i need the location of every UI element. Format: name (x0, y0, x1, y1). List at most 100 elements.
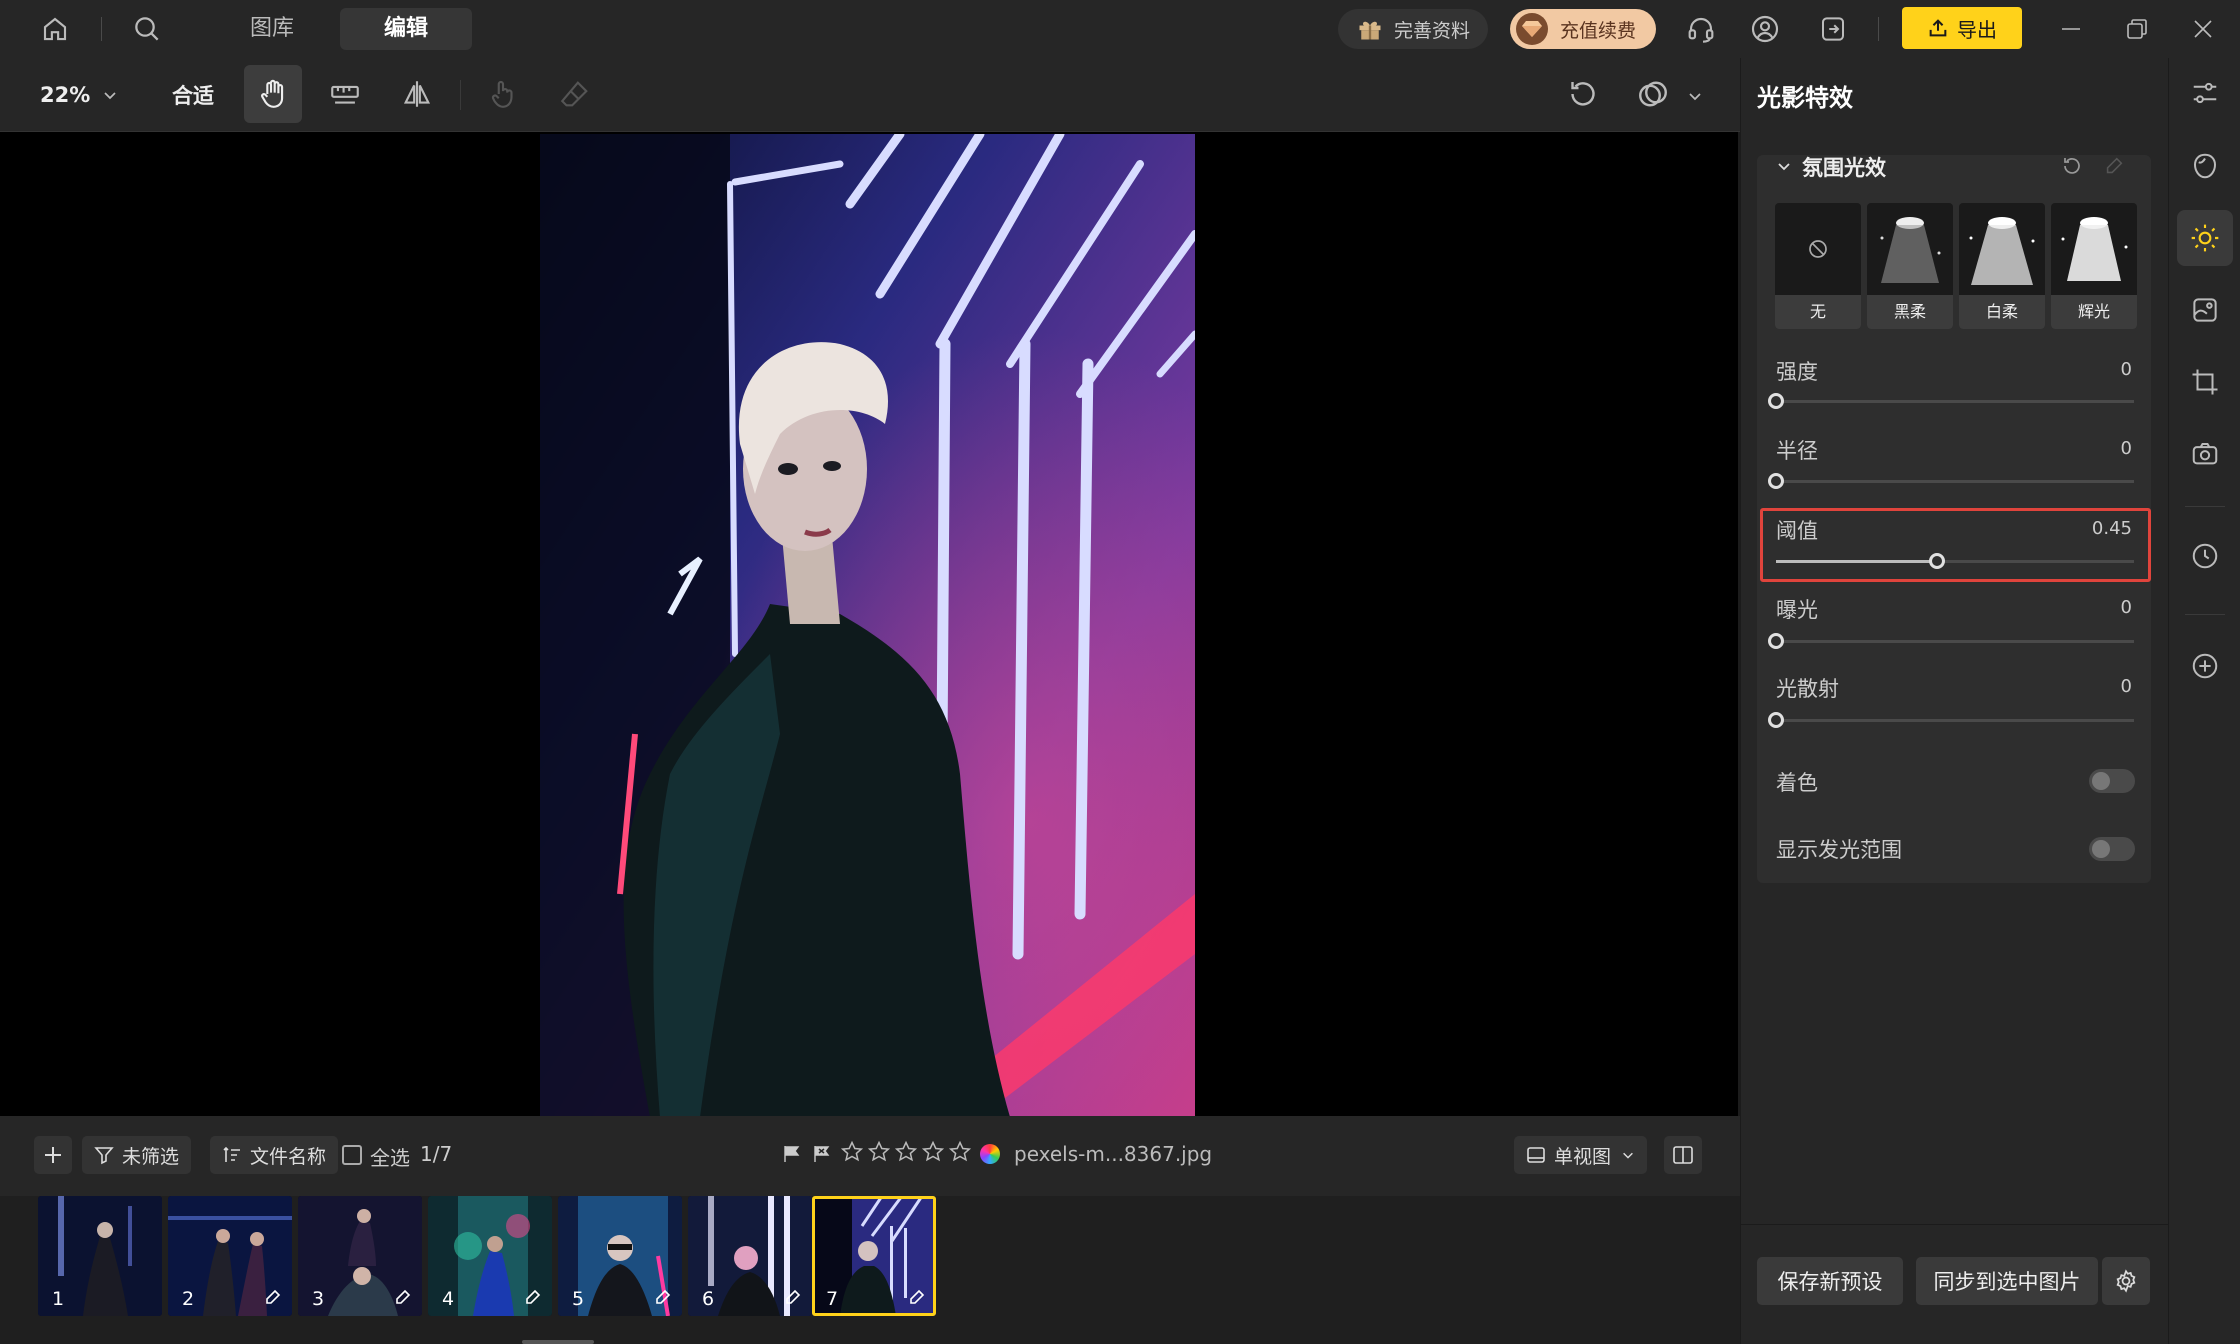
thumbnail-selected[interactable]: 7 (812, 1196, 936, 1316)
show-glow-range-toggle[interactable] (2089, 837, 2135, 861)
star-rating[interactable] (840, 1140, 972, 1164)
radius-track[interactable] (1776, 480, 2134, 483)
ruler-icon (331, 85, 359, 104)
file-name: pexels-m...8367.jpg (1014, 1142, 1213, 1166)
add-tool[interactable] (2177, 638, 2233, 694)
straighten-button[interactable] (316, 65, 374, 123)
add-button[interactable] (34, 1136, 72, 1174)
preset-label: 黑柔 (1867, 295, 1953, 329)
thumbnail-number: 6 (702, 1288, 715, 1310)
star-icon[interactable] (894, 1140, 918, 1164)
threshold-fill (1776, 560, 1938, 563)
collapse-toggle[interactable] (1772, 154, 1796, 178)
exposure-track[interactable] (1776, 640, 2134, 643)
plus-circle-icon (2192, 653, 2218, 679)
recharge-button[interactable]: 充值续费 (1510, 9, 1656, 49)
beauty-tool[interactable] (2177, 138, 2233, 194)
save-new-preset-button[interactable]: 保存新预设 (1757, 1257, 1903, 1305)
light-scatter-track[interactable] (1776, 719, 2134, 722)
panel-settings-button[interactable] (2102, 1257, 2150, 1305)
light-effects-tool[interactable] (2177, 210, 2233, 266)
sync-to-selected-button[interactable]: 同步到选中图片 (1916, 1257, 2098, 1305)
minimize-icon[interactable] (2052, 10, 2090, 48)
flip-button[interactable] (388, 65, 446, 123)
search-icon[interactable] (126, 8, 168, 50)
sidebar-divider (2185, 614, 2225, 615)
light-scatter-slider-handle[interactable] (1768, 712, 1784, 728)
star-icon[interactable] (867, 1140, 891, 1164)
preset-glow[interactable]: 辉光 (2051, 203, 2137, 329)
tint-toggle[interactable] (2089, 769, 2135, 793)
history-tool[interactable] (2177, 528, 2233, 584)
touch-tool-button[interactable] (474, 65, 532, 123)
pick-flag-icon[interactable] (780, 1142, 804, 1166)
tab-library[interactable]: 图库 (224, 8, 320, 50)
tool-bar: 22% 合适 (0, 58, 1740, 132)
chevron-down-icon (1689, 93, 1701, 101)
tab-edit[interactable]: 编辑 (340, 8, 472, 50)
touch-icon (491, 80, 513, 108)
gear-icon (2116, 1269, 2136, 1293)
preset-black-soft[interactable]: 黑柔 (1867, 203, 1953, 329)
split-view-button[interactable] (1664, 1136, 1702, 1174)
image-canvas[interactable] (0, 132, 1738, 1117)
reject-flag-icon[interactable] (810, 1142, 834, 1166)
thumbnail-number: 2 (182, 1288, 195, 1310)
fit-button[interactable]: 合适 (172, 80, 214, 110)
eraser-button[interactable] (546, 65, 604, 123)
none-icon (1804, 235, 1832, 263)
select-all-checkbox[interactable] (342, 1145, 362, 1165)
sort-button[interactable]: 文件名称 (210, 1136, 339, 1174)
panel-divider (1740, 1224, 2168, 1225)
undo-button[interactable] (1554, 65, 1612, 123)
restore-icon[interactable] (2118, 10, 2156, 48)
filmstrip: 1 2 3 4 5 6 7 (0, 1196, 1740, 1344)
sidebar-divider (2185, 506, 2225, 507)
radius-slider-handle[interactable] (1768, 473, 1784, 489)
exposure-slider-handle[interactable] (1768, 633, 1784, 649)
export-button[interactable]: 导出 (1902, 7, 2022, 49)
thumbnail[interactable]: 6 (688, 1196, 812, 1316)
bottom-bar: 未筛选 文件名称 全选 1/7 pexels-m...8367.jpg 单视图 (0, 1116, 1740, 1196)
chevron-down-icon (104, 92, 116, 100)
crop-tool[interactable] (2177, 354, 2233, 410)
reset-icon[interactable] (2058, 152, 2086, 180)
filter-button[interactable]: 未筛选 (82, 1136, 192, 1174)
headset-icon[interactable] (1682, 10, 1720, 48)
star-icon[interactable] (921, 1140, 945, 1164)
color-label-icon[interactable] (980, 1144, 1000, 1164)
compare-menu[interactable] (1684, 85, 1706, 107)
thumbnail[interactable]: 4 (428, 1196, 552, 1316)
exposure-label: 曝光 (1776, 598, 1818, 622)
close-icon[interactable] (2184, 10, 2222, 48)
spotlight-icon (1880, 217, 1941, 283)
thumbnail[interactable]: 5 (558, 1196, 682, 1316)
logout-icon[interactable] (1814, 10, 1852, 48)
thumbnail[interactable]: 2 (168, 1196, 292, 1316)
star-icon[interactable] (840, 1140, 864, 1164)
photo-preview (540, 134, 1195, 1117)
home-icon[interactable] (36, 10, 74, 48)
camera-tool[interactable] (2177, 426, 2233, 482)
thumbnail-number: 5 (572, 1288, 585, 1310)
adjust-tool[interactable] (2177, 65, 2233, 121)
compare-button[interactable] (1624, 65, 1682, 123)
preset-white-soft[interactable]: 白柔 (1959, 203, 2045, 329)
brush-icon[interactable] (2100, 152, 2128, 180)
filmstrip-scrollbar[interactable] (522, 1340, 594, 1344)
zoom-select[interactable]: 22% (40, 80, 118, 110)
edited-icon (656, 1289, 671, 1304)
user-icon[interactable] (1746, 10, 1784, 48)
export-label: 导出 (1957, 17, 1997, 42)
thumbnail[interactable]: 3 (298, 1196, 422, 1316)
intensity-slider-handle[interactable] (1768, 393, 1784, 409)
star-icon[interactable] (948, 1140, 972, 1164)
complete-profile-button[interactable]: 完善资料 (1338, 9, 1488, 49)
hand-tool-button[interactable] (244, 65, 302, 123)
intensity-track[interactable] (1776, 400, 2134, 403)
view-mode-select[interactable]: 单视图 (1514, 1136, 1648, 1174)
thumbnail[interactable]: 1 (38, 1196, 162, 1316)
preset-none[interactable]: 无 (1775, 203, 1861, 329)
threshold-slider-handle[interactable] (1929, 553, 1946, 569)
image-tool[interactable] (2177, 282, 2233, 338)
